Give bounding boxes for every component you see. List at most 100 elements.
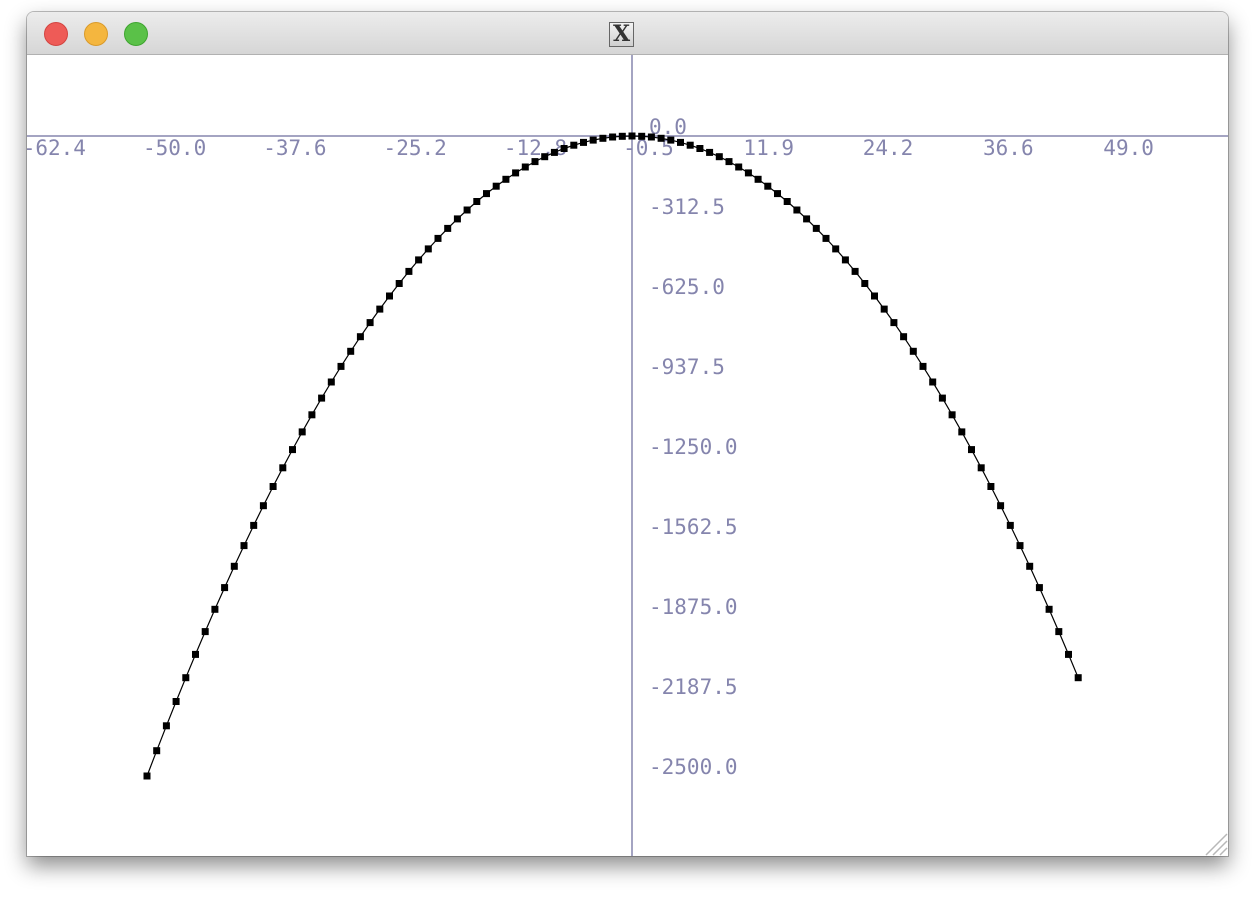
x-tick-label: -37.6 bbox=[263, 136, 326, 160]
data-point-marker bbox=[541, 153, 549, 161]
y-tick-label: -625.0 bbox=[649, 275, 725, 299]
data-point-marker bbox=[1045, 605, 1053, 613]
data-point-marker bbox=[366, 319, 374, 327]
data-point-marker bbox=[744, 169, 752, 177]
data-point-marker bbox=[599, 134, 607, 142]
title-bar[interactable]: X bbox=[27, 12, 1228, 55]
x11-app-icon: X bbox=[609, 22, 634, 47]
data-point-marker bbox=[997, 502, 1005, 510]
data-point-marker bbox=[1006, 521, 1014, 529]
plot-window: X -62.4 -50.0 -37.6 -25.2 -12.8 -0.5 11.9 24.2 3… bbox=[27, 12, 1228, 856]
data-point-marker bbox=[977, 464, 985, 472]
data-point-marker bbox=[250, 521, 258, 529]
data-point-marker bbox=[987, 483, 995, 490]
x-tick-label: -25.2 bbox=[384, 136, 447, 160]
data-point-marker bbox=[793, 206, 801, 214]
x-tick-label: -12.8 bbox=[504, 136, 567, 160]
data-point-marker bbox=[871, 292, 878, 300]
data-point-marker bbox=[327, 378, 335, 386]
data-point-marker bbox=[715, 153, 723, 161]
data-point-marker bbox=[172, 698, 180, 705]
y-tick-label: -937.5 bbox=[649, 355, 725, 379]
data-point-marker bbox=[356, 333, 364, 341]
data-point-marker bbox=[162, 722, 170, 730]
data-point-marker bbox=[570, 141, 578, 149]
data-point-marker bbox=[308, 411, 316, 419]
y-tick-label: -1562.5 bbox=[649, 515, 738, 539]
data-point-marker bbox=[764, 182, 772, 190]
data-point-marker bbox=[240, 542, 248, 550]
data-point-marker bbox=[783, 198, 791, 205]
series-line bbox=[146, 135, 1079, 777]
data-point-marker bbox=[230, 562, 238, 570]
data-point-marker bbox=[706, 148, 714, 156]
y-tick-label: -1875.0 bbox=[649, 595, 738, 619]
data-point-marker bbox=[890, 319, 898, 327]
data-point-marker bbox=[201, 628, 209, 636]
data-point-marker bbox=[153, 747, 161, 755]
plot-area: -62.4 -50.0 -37.6 -25.2 -12.8 -0.5 11.9 24.2 36.… bbox=[27, 55, 1228, 856]
data-point-marker bbox=[1035, 584, 1043, 592]
data-point-marker bbox=[434, 234, 442, 242]
data-point-marker bbox=[948, 411, 956, 419]
data-point-marker bbox=[192, 650, 199, 658]
data-point-marker bbox=[647, 133, 655, 141]
data-point-marker bbox=[696, 145, 704, 152]
data-point-marker bbox=[832, 245, 840, 253]
y-tick-label: -2500.0 bbox=[649, 755, 738, 779]
data-point-marker bbox=[880, 305, 888, 313]
data-point-marker bbox=[259, 502, 267, 510]
data-point-marker bbox=[1074, 674, 1082, 682]
x-tick-label: 36.6 bbox=[983, 136, 1034, 160]
x-tick-label: 24.2 bbox=[863, 136, 914, 160]
data-point-marker bbox=[221, 584, 229, 592]
data-point-marker bbox=[919, 362, 927, 370]
data-point-marker bbox=[415, 256, 423, 264]
data-point-marker bbox=[938, 394, 946, 402]
data-point-marker bbox=[754, 175, 762, 183]
data-point-marker bbox=[337, 362, 345, 370]
zoom-window-button[interactable] bbox=[124, 22, 148, 46]
data-point-marker bbox=[269, 483, 277, 490]
data-point-marker bbox=[405, 267, 413, 275]
data-point-marker bbox=[386, 292, 393, 300]
data-point-marker bbox=[1026, 562, 1034, 570]
data-point-marker bbox=[589, 136, 597, 144]
data-point-marker bbox=[298, 428, 306, 436]
data-point-marker bbox=[1055, 628, 1063, 636]
data-point-marker bbox=[347, 347, 355, 355]
data-point-marker bbox=[444, 224, 452, 232]
y-tick-labels: 0.0-312.5-625.0-937.5-1250.0-1562.5-1875… bbox=[649, 115, 738, 779]
x-tick-label: 49.0 bbox=[1103, 136, 1154, 160]
data-point-marker bbox=[686, 141, 694, 149]
data-point-marker bbox=[1016, 542, 1024, 550]
data-point-marker bbox=[483, 190, 490, 198]
data-point-marker bbox=[211, 605, 219, 613]
data-point-marker bbox=[560, 145, 568, 152]
data-point-marker bbox=[725, 158, 733, 166]
data-point-marker bbox=[424, 245, 432, 253]
y-tick-label: -1250.0 bbox=[649, 435, 738, 459]
data-point-marker bbox=[638, 132, 646, 140]
data-point-marker bbox=[851, 267, 859, 275]
data-point-marker bbox=[841, 256, 849, 264]
close-window-button[interactable] bbox=[44, 22, 68, 46]
axes bbox=[27, 55, 1228, 856]
data-point-marker bbox=[968, 446, 975, 454]
data-point-marker bbox=[463, 206, 471, 214]
minimize-window-button[interactable] bbox=[84, 22, 108, 46]
data-point-marker bbox=[512, 169, 520, 177]
data-point-marker bbox=[609, 133, 617, 141]
y-tick-label: -2187.5 bbox=[649, 675, 738, 699]
data-point-marker bbox=[657, 134, 665, 142]
data-point-marker bbox=[774, 190, 781, 198]
data-point-marker bbox=[279, 464, 287, 472]
series-group bbox=[143, 132, 1082, 780]
data-point-marker bbox=[803, 215, 811, 223]
x-tick-label: 11.9 bbox=[743, 136, 794, 160]
data-point-marker bbox=[531, 158, 539, 166]
y-tick-label: -312.5 bbox=[649, 195, 725, 219]
resize-grip-icon[interactable] bbox=[1200, 828, 1228, 856]
data-point-marker bbox=[929, 378, 937, 386]
data-point-marker bbox=[289, 446, 296, 454]
